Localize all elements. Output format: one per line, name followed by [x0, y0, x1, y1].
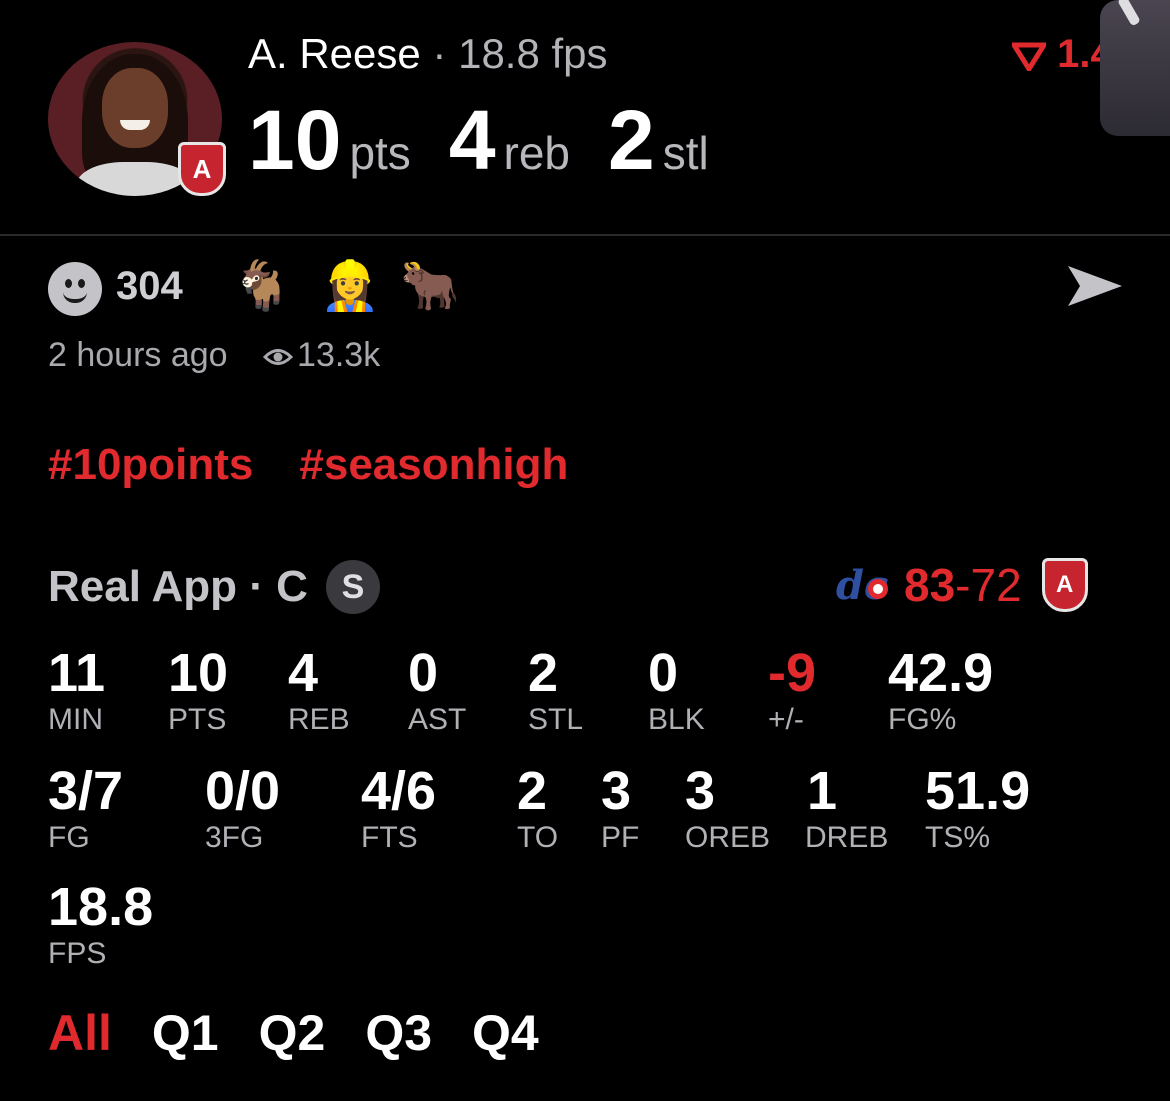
stat-pts: 10 PTS	[168, 644, 228, 738]
stat-value: 18.8	[48, 877, 154, 937]
stat-label: FG%	[888, 703, 957, 736]
player-fps: 18.8 fps	[458, 30, 608, 77]
hashtags: #10points #seasonhigh	[48, 440, 614, 490]
stat-pf: 3 PF	[601, 762, 639, 856]
stat-blk: 0 BLK	[648, 644, 705, 738]
stat-fg: 3/7 FG	[48, 762, 123, 856]
stat-fts: 4/6 FTS	[361, 762, 436, 856]
hashtag-10points[interactable]: #10points	[48, 440, 253, 489]
team-logo-icon: A	[1041, 558, 1088, 612]
stat-label: DREB	[805, 821, 889, 854]
reaction-count[interactable]: 304	[116, 264, 183, 309]
headline-steals-unit: stl	[662, 127, 709, 179]
stat-label: REB	[288, 703, 350, 736]
stat-3fg: 0/0 3FG	[205, 762, 280, 856]
game-score[interactable]: dc 83-72 A	[834, 558, 1088, 612]
source-line: Real App · C S	[48, 560, 380, 614]
stat-value: 42.9	[888, 643, 994, 703]
stat-oreb: 3 OREB	[685, 762, 770, 856]
stat-value: 0/0	[205, 761, 281, 821]
goat-emoji-icon[interactable]: 🐐	[232, 258, 292, 314]
stat-label: FPS	[48, 937, 107, 970]
name-separator: ·	[420, 30, 459, 77]
tab-q3[interactable]: Q3	[365, 1005, 432, 1061]
eye-icon	[263, 349, 294, 366]
stat-value: 11	[48, 643, 106, 703]
stat-label: FG	[48, 821, 90, 854]
stat-label: AST	[408, 703, 467, 736]
stat-value: 0	[648, 643, 679, 703]
stat-label: MIN	[48, 703, 103, 736]
ox-emoji-icon[interactable]: 🐂	[400, 258, 460, 314]
stat-to: 2 TO	[517, 762, 558, 856]
headline-stats: 10 pts 4 reb 2 stl	[248, 92, 747, 189]
construction-worker-emoji-icon[interactable]: 👷‍♀️	[320, 258, 380, 314]
stat-value: 10	[168, 643, 229, 703]
stat-min: 11 MIN	[48, 644, 105, 738]
trend-indicator: 1.4	[1009, 32, 1113, 77]
divider	[0, 234, 1170, 236]
reaction-smiley-icon[interactable]	[48, 262, 102, 316]
stat-value: 3/7	[48, 761, 124, 821]
hashtag-seasonhigh[interactable]: #seasonhigh	[299, 440, 568, 489]
score-loser: 72	[970, 559, 1022, 611]
team-logo-icon: A	[178, 142, 226, 196]
stat-fps: 18.8 FPS	[48, 878, 153, 972]
score-dash: -	[955, 559, 971, 611]
s-badge[interactable]: S	[325, 560, 380, 614]
stat-plus-minus: -9 +/-	[768, 644, 816, 738]
source-label: Real App · C	[48, 562, 308, 611]
stat-label: TO	[517, 821, 559, 854]
stat-ts-pct: 51.9 TS%	[925, 762, 1030, 856]
stat-label: +/-	[768, 703, 804, 736]
player-line: A. Reese · 18.8 fps	[248, 30, 608, 78]
meta-row: 2 hours ago 13.3k	[48, 336, 380, 375]
side-panel[interactable]	[1100, 0, 1170, 136]
time-ago: 2 hours ago	[48, 336, 228, 374]
tab-q2[interactable]: Q2	[259, 1005, 326, 1061]
stat-value: 2	[517, 761, 548, 821]
headline-steals-value: 2	[608, 93, 655, 187]
stat-value: 1	[807, 761, 838, 821]
stat-value: 4	[288, 643, 319, 703]
headline-rebounds-unit: reb	[503, 127, 571, 179]
tab-q1[interactable]: Q1	[152, 1005, 219, 1061]
stat-dreb: 1 DREB	[805, 762, 888, 856]
stat-label: FTS	[361, 821, 418, 854]
stat-label: BLK	[648, 703, 705, 736]
player-name[interactable]: A. Reese	[248, 30, 421, 77]
send-icon[interactable]	[1066, 262, 1124, 310]
view-count: 13.3k	[297, 336, 381, 374]
stat-value: 4/6	[361, 761, 437, 821]
stat-label: PF	[601, 821, 640, 854]
stat-label: 3FG	[205, 821, 264, 854]
headline-points-value: 10	[248, 93, 342, 187]
stat-value: 51.9	[925, 761, 1031, 821]
opponent-logo-icon: dc	[836, 562, 888, 609]
headline-rebounds-value: 4	[448, 93, 496, 187]
stat-value: 3	[601, 761, 632, 821]
stat-label: STL	[528, 703, 584, 736]
tab-q4[interactable]: Q4	[472, 1005, 539, 1061]
stat-stl: 2 STL	[528, 644, 583, 738]
score-winner: 83	[904, 559, 956, 611]
stat-label: OREB	[685, 821, 771, 854]
quarter-tabs: All Q1 Q2 Q3 Q4	[48, 1004, 579, 1062]
stat-value: 3	[685, 761, 716, 821]
tab-all[interactable]: All	[48, 1005, 112, 1061]
team-logo-letter: A	[192, 153, 212, 184]
stat-value: 2	[528, 643, 559, 703]
stat-fg-pct: 42.9 FG%	[888, 644, 993, 738]
headline-points-unit: pts	[349, 127, 411, 179]
stat-reb: 4 REB	[288, 644, 350, 738]
stat-label: PTS	[168, 703, 227, 736]
stat-value: 0	[408, 643, 439, 703]
stat-value: -9	[768, 643, 817, 703]
team-logo-letter: A	[1056, 571, 1074, 598]
stat-ast: 0 AST	[408, 644, 466, 738]
stat-label: TS%	[925, 821, 991, 854]
trend-down-icon	[1009, 42, 1049, 75]
